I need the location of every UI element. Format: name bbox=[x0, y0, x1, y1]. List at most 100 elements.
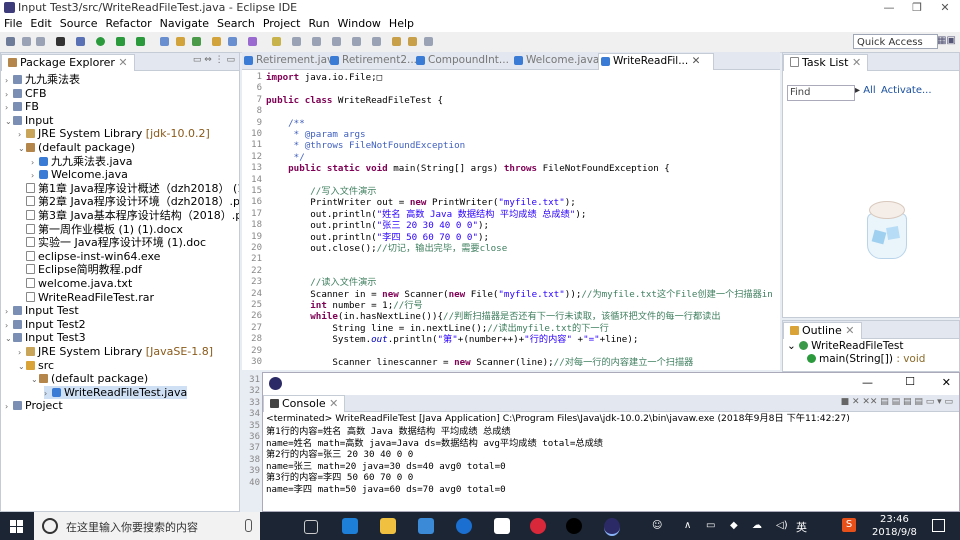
tree-item[interactable]: welcome.java.txt bbox=[18, 277, 132, 290]
external-tools-icon[interactable] bbox=[136, 37, 145, 46]
tree-item[interactable]: WriteReadFileTest.rar bbox=[18, 291, 154, 304]
close-icon[interactable]: ✕ bbox=[845, 324, 854, 337]
open-task-icon[interactable] bbox=[228, 37, 237, 46]
twisty-icon[interactable]: › bbox=[18, 346, 26, 359]
edge-browser-icon[interactable] bbox=[342, 518, 358, 534]
editor-tab[interactable]: Retirement2... bbox=[328, 53, 426, 69]
tree-item[interactable]: ⌄ (default package) bbox=[31, 372, 148, 385]
restore-button[interactable]: ❐ bbox=[904, 0, 930, 16]
ime-indicator[interactable]: 英 bbox=[796, 519, 807, 535]
app-icon[interactable] bbox=[494, 518, 510, 534]
tree-item[interactable]: › Input Test bbox=[5, 304, 79, 317]
next-annotation-icon[interactable] bbox=[352, 37, 361, 46]
console-minimize-button[interactable]: — bbox=[862, 376, 873, 389]
menu-file[interactable]: File bbox=[0, 16, 26, 32]
sogou-ime-icon[interactable]: S bbox=[842, 518, 856, 532]
eclipse-taskbar-icon[interactable] bbox=[604, 518, 620, 536]
wifi-icon[interactable]: ☁ bbox=[752, 520, 762, 531]
tree-item[interactable]: eclipse-inst-win64.exe bbox=[18, 250, 160, 263]
coverage-icon[interactable] bbox=[116, 37, 125, 46]
tree-item[interactable]: › JRE System Library [JavaSE-1.8] bbox=[18, 345, 213, 358]
menu-source[interactable]: Source bbox=[56, 16, 102, 32]
editor-tab[interactable]: Welcome.java bbox=[512, 53, 610, 69]
forward-icon[interactable] bbox=[424, 37, 433, 46]
tree-item[interactable]: › WriteReadFileTest.java bbox=[44, 385, 188, 400]
notification-icon[interactable] bbox=[932, 519, 945, 532]
twisty-icon[interactable]: › bbox=[31, 169, 39, 182]
back-icon[interactable] bbox=[408, 37, 417, 46]
run-icon[interactable] bbox=[96, 37, 105, 46]
twisty-icon[interactable]: ⌄ bbox=[5, 332, 13, 345]
tree-item[interactable]: › 九九乘法表.java bbox=[31, 155, 133, 168]
twisty-icon[interactable]: › bbox=[5, 305, 13, 318]
volume-icon[interactable]: ◁) bbox=[776, 520, 788, 531]
tree-item[interactable]: ⌄ Input bbox=[5, 114, 53, 127]
code-area[interactable]: 1 import java.io.File;□ 6 7 public class Wri… bbox=[242, 70, 780, 370]
network-icon[interactable]: ▭ bbox=[706, 520, 715, 531]
console-close-button[interactable]: ✕ bbox=[942, 376, 951, 389]
tree-item[interactable]: › CFB bbox=[5, 87, 47, 100]
twisty-icon[interactable]: › bbox=[44, 387, 52, 400]
tree-item[interactable]: 第2章 Java程序设计环境（dzh2018）.pdf bbox=[18, 195, 239, 208]
tree-item[interactable]: › Welcome.java bbox=[31, 168, 128, 181]
whitespace-icon[interactable] bbox=[332, 37, 341, 46]
toggle-block-icon[interactable] bbox=[312, 37, 321, 46]
menu-window[interactable]: Window bbox=[334, 16, 385, 32]
tab-console[interactable]: Console ✕ bbox=[263, 395, 346, 412]
perspective-icon[interactable]: ▦▣ bbox=[937, 35, 956, 46]
people-icon[interactable]: ☺ bbox=[652, 520, 662, 531]
console-toolbar-icons[interactable]: ■ ✕ ✕✕ ▤ ▤ ▤ ▤ ▭ ▾ ▭ bbox=[841, 397, 953, 407]
twisty-icon[interactable]: ⌄ bbox=[31, 373, 39, 386]
tree-item[interactable]: 第一周作业模板 (1) (1).docx bbox=[18, 223, 183, 236]
tree-item[interactable]: ⌄ src bbox=[18, 359, 54, 372]
outline-class-item[interactable]: ⌄ WriteReadFileTest bbox=[787, 340, 904, 352]
file-explorer-icon[interactable] bbox=[380, 518, 396, 534]
editor-tab[interactable]: Retirement.java bbox=[242, 53, 340, 69]
new-package-icon[interactable] bbox=[176, 37, 185, 46]
menu-help[interactable]: Help bbox=[385, 16, 418, 32]
outline-method-item[interactable]: main(String[]) : void bbox=[807, 353, 925, 365]
view-menu-icon[interactable]: ▭ ⇔ ⋮ ▭ bbox=[193, 55, 235, 65]
close-icon[interactable]: ✕ bbox=[329, 397, 338, 410]
console-maximize-button[interactable]: ☐ bbox=[905, 375, 915, 388]
menu-project[interactable]: Project bbox=[259, 16, 305, 32]
twisty-icon[interactable]: › bbox=[5, 101, 13, 114]
clock-date[interactable]: 2018/9/8 bbox=[872, 527, 917, 538]
tree-item[interactable]: 实验一 Java程序设计环境 (1).doc bbox=[18, 236, 206, 249]
twisty-icon[interactable]: › bbox=[5, 74, 13, 87]
tab-task-list[interactable]: Task List ✕ bbox=[783, 54, 869, 71]
new-java-project-icon[interactable] bbox=[160, 37, 169, 46]
tree-item[interactable]: › JRE System Library [jdk-10.0.2] bbox=[18, 127, 210, 140]
taskbar-search[interactable]: 在这里输入你要搜索的内容 bbox=[34, 512, 260, 540]
last-edit-icon[interactable] bbox=[392, 37, 401, 46]
quick-access-field[interactable]: Quick Access bbox=[853, 34, 938, 49]
sogou-icon[interactable] bbox=[456, 518, 472, 534]
menu-edit[interactable]: Edit bbox=[26, 16, 55, 32]
store-icon[interactable] bbox=[418, 518, 434, 534]
twisty-icon[interactable]: ⌄ bbox=[18, 360, 26, 373]
black-app-icon[interactable] bbox=[566, 518, 582, 534]
open-type-icon[interactable] bbox=[212, 37, 221, 46]
close-button[interactable]: ✕ bbox=[932, 0, 958, 16]
tree-item[interactable]: › FB bbox=[5, 100, 39, 113]
tree-item[interactable]: › Input Test2 bbox=[5, 318, 86, 331]
twisty-icon[interactable]: › bbox=[5, 400, 13, 413]
editor-tab[interactable]: WriteReadFil... ✕ bbox=[598, 53, 714, 70]
save-icon[interactable] bbox=[22, 37, 31, 46]
twisty-icon[interactable]: › bbox=[18, 128, 26, 141]
tree-item[interactable]: › Project bbox=[5, 399, 63, 412]
tree-item[interactable]: ⌄ (default package) bbox=[18, 141, 135, 154]
tray-app-icon[interactable]: ◆ bbox=[730, 520, 738, 531]
toggle-mark-icon[interactable] bbox=[292, 37, 301, 46]
menu-search[interactable]: Search bbox=[213, 16, 259, 32]
close-icon[interactable]: ✕ bbox=[688, 55, 701, 67]
new-class-icon[interactable] bbox=[192, 37, 201, 46]
tray-chevron-icon[interactable]: ∧ bbox=[684, 520, 691, 531]
menu-navigate[interactable]: Navigate bbox=[156, 16, 213, 32]
save-all-icon[interactable] bbox=[36, 37, 45, 46]
tree-item[interactable]: ⌄ Input Test3 bbox=[5, 331, 86, 344]
all-link[interactable]: ▸ All bbox=[855, 85, 876, 96]
debug-icon[interactable] bbox=[76, 37, 85, 46]
prev-annotation-icon[interactable] bbox=[372, 37, 381, 46]
tab-outline[interactable]: Outline ✕ bbox=[783, 322, 862, 339]
